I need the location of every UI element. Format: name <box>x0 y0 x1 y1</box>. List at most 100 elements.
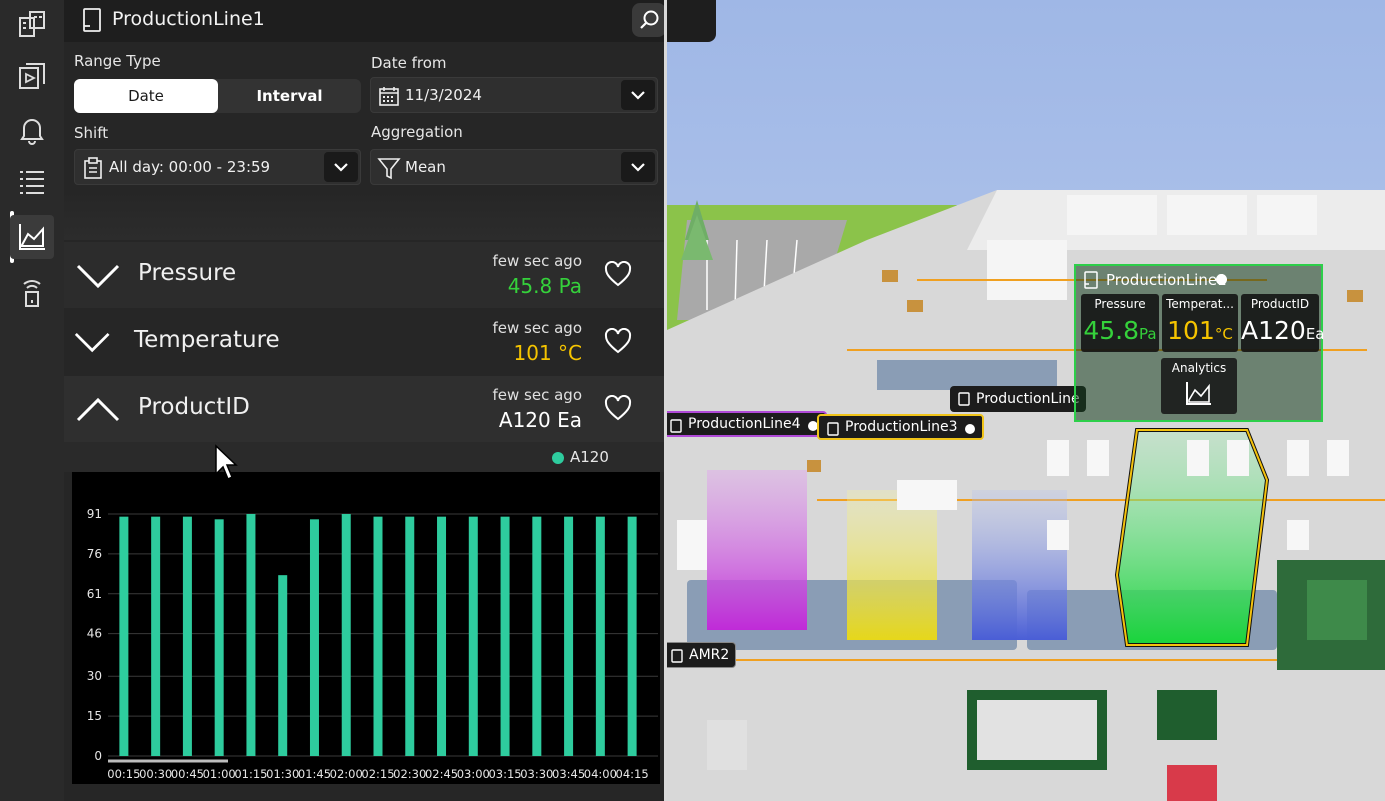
bar[interactable] <box>564 516 574 756</box>
x-tick-label: 00:15 <box>107 767 140 781</box>
rail-item-assets[interactable] <box>10 2 54 46</box>
x-tick-label: 02:00 <box>330 767 363 781</box>
bar[interactable] <box>309 519 319 756</box>
bar[interactable] <box>595 516 605 756</box>
aggregation-value: Mean <box>405 158 446 176</box>
bar[interactable] <box>151 516 161 756</box>
y-tick-label: 46 <box>87 627 102 641</box>
sensor-name: Pressure <box>138 260 237 286</box>
bar[interactable] <box>373 516 383 756</box>
scene-tag-productionline[interactable]: ProductionLine <box>950 386 1086 412</box>
bar[interactable] <box>278 575 288 756</box>
chevron-down-icon <box>631 163 645 172</box>
date-from-value: 11/3/2024 <box>405 86 482 104</box>
analytics-label: Analytics <box>1171 361 1227 375</box>
scene-tag-label: ProductionLine4 <box>688 416 801 432</box>
bar[interactable] <box>341 514 351 756</box>
sensor-row-productid[interactable]: ProductID few sec ago A120 Ea <box>64 376 664 442</box>
x-tick-label: 02:15 <box>361 767 394 781</box>
page-title: ProductionLine1 <box>112 8 265 30</box>
productid-bar-chart[interactable]: 015304661769100:1500:3000:4501:0001:1501… <box>72 472 660 784</box>
sensor-row-pressure[interactable]: Pressure few sec ago 45.8 Pa <box>64 242 664 308</box>
y-tick-label: 0 <box>94 749 102 763</box>
building-icon <box>19 11 45 37</box>
tablet-icon <box>958 392 970 406</box>
date-from-dropdown-button[interactable] <box>621 80 655 110</box>
popup-metric-pressure[interactable]: Pressure 45.8Pa <box>1081 294 1159 352</box>
scene-tag-label: ProductionLine <box>976 391 1080 407</box>
x-tick-label: 00:45 <box>171 767 204 781</box>
aggregation-dropdown-button[interactable] <box>621 152 655 182</box>
aggregation-dropdown[interactable]: Mean <box>370 149 658 185</box>
x-tick-label: 03:00 <box>457 767 490 781</box>
bar[interactable] <box>119 516 129 756</box>
media-icon <box>19 63 45 89</box>
panel-divider <box>664 0 667 801</box>
scene-tag-productionline3[interactable]: ProductionLine3 <box>817 414 984 440</box>
sensor-value: 45.8 Pa <box>507 274 582 298</box>
app-root: ProductionLine4 ProductionLine3 Producti… <box>0 0 1385 801</box>
x-tick-label: 03:30 <box>520 767 553 781</box>
range-option-interval[interactable]: Interval <box>218 79 361 113</box>
popup-metric-temperature[interactable]: Temperat... 101°C <box>1162 294 1238 352</box>
sensor-updated: few sec ago <box>492 319 583 337</box>
shift-label: Shift <box>74 124 109 142</box>
search-button[interactable] <box>632 3 666 37</box>
rail-item-media[interactable] <box>10 54 54 98</box>
sensor-name: Temperature <box>134 327 280 353</box>
sensor-updated: few sec ago <box>492 386 583 404</box>
popup-title: ProductionLine1 <box>1106 271 1227 289</box>
analytics-button[interactable]: Analytics <box>1161 358 1237 414</box>
rail-item-analytics[interactable] <box>10 215 54 259</box>
x-tick-label: 01:00 <box>203 767 236 781</box>
bar[interactable] <box>214 519 224 756</box>
sensor-name: ProductID <box>138 394 250 420</box>
bar[interactable] <box>500 516 510 756</box>
list-icon <box>20 171 44 194</box>
bar[interactable] <box>246 514 256 756</box>
metric-value: 45.8Pa <box>1083 316 1157 345</box>
heart-icon[interactable] <box>604 395 632 421</box>
area-chart-icon <box>1186 382 1211 405</box>
clipboard-icon <box>84 157 102 179</box>
productionline1-popup[interactable]: ProductionLine1 Pressure 45.8Pa Temperat… <box>1074 264 1325 422</box>
bar[interactable] <box>627 516 637 756</box>
tablet-icon <box>671 649 683 663</box>
metric-value: A120Ea <box>1241 316 1325 345</box>
x-tick-label: 04:00 <box>584 767 617 781</box>
x-tick-label: 02:30 <box>393 767 426 781</box>
cursor-icon <box>215 444 238 481</box>
x-tick-label: 03:45 <box>552 767 585 781</box>
rail-item-devices[interactable] <box>10 270 54 314</box>
chevron-down-icon[interactable] <box>74 329 114 357</box>
panel-divider-band <box>64 190 664 240</box>
panel-header: ProductionLine1 <box>64 0 664 42</box>
metric-label: Temperat... <box>1166 297 1234 311</box>
chevron-up-icon[interactable] <box>76 396 120 424</box>
metric-value: 101°C <box>1167 316 1233 345</box>
status-dot <box>964 424 975 434</box>
scene-tag-amr2[interactable]: AMR2 <box>662 642 737 668</box>
heart-icon[interactable] <box>604 261 632 287</box>
x-tick-label: 04:15 <box>616 767 649 781</box>
bar[interactable] <box>182 516 192 756</box>
status-dot <box>1216 274 1227 285</box>
rail-item-alerts[interactable] <box>10 108 54 152</box>
shift-dropdown-button[interactable] <box>324 152 358 182</box>
bar[interactable] <box>437 516 447 756</box>
rail-item-list[interactable] <box>10 160 54 204</box>
range-option-date[interactable]: Date <box>74 79 218 113</box>
chevron-down-icon[interactable] <box>76 262 120 290</box>
tablet-icon <box>1084 271 1098 289</box>
bar[interactable] <box>405 516 415 756</box>
heart-icon[interactable] <box>604 328 632 354</box>
bar[interactable] <box>532 516 542 756</box>
date-from-picker[interactable]: 11/3/2024 <box>370 77 658 113</box>
popup-metric-productid[interactable]: ProductID A120Ea <box>1241 294 1325 352</box>
x-tick-label: 01:15 <box>234 767 267 781</box>
area-chart-icon <box>19 224 45 250</box>
scene-tag-productionline4[interactable]: ProductionLine4 <box>662 411 827 437</box>
shift-dropdown[interactable]: All day: 00:00 - 23:59 <box>74 149 361 185</box>
bar[interactable] <box>468 516 478 756</box>
sensor-row-temperature[interactable]: Temperature few sec ago 101 °C <box>64 309 664 375</box>
